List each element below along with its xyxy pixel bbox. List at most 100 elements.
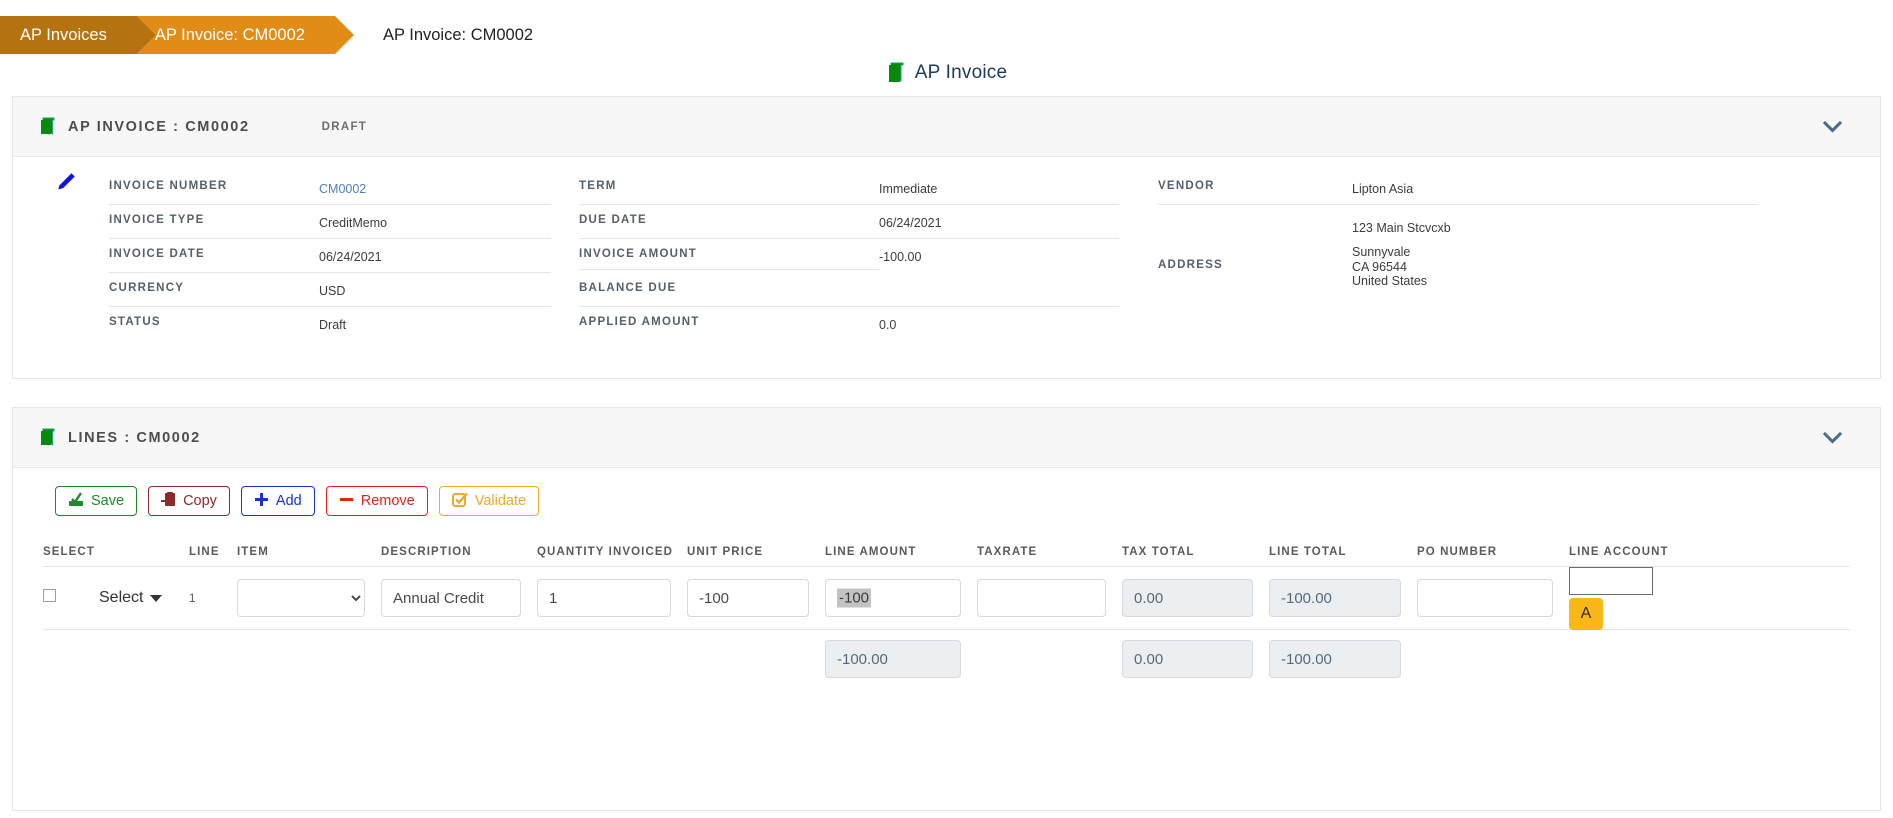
unit-price-input[interactable] xyxy=(687,579,809,617)
field-invoice-date: INVOICE DATE 06/24/2021 xyxy=(109,239,551,273)
field-term: TERM Immediate xyxy=(579,171,1119,205)
ap-invoice-card-header[interactable]: AP INVOICE : CM0002 DRAFT xyxy=(13,97,1880,157)
field-value: 0.0 xyxy=(879,318,897,332)
col-header-line-amount: LINE AMOUNT xyxy=(825,546,917,558)
taxrate-input[interactable] xyxy=(977,579,1106,617)
line-account-input[interactable] xyxy=(1569,566,1653,595)
row-line-number: 1 xyxy=(189,589,237,607)
row-item-cell xyxy=(237,579,381,617)
chevron-down-icon[interactable] xyxy=(1822,120,1843,133)
row-checkbox[interactable] xyxy=(43,589,56,602)
row-line-amount-cell: -100 xyxy=(825,579,977,617)
save-button[interactable]: Save xyxy=(55,486,138,516)
breadcrumb-label: AP Invoices xyxy=(20,25,107,44)
address-country: United States xyxy=(1352,273,1428,288)
field-label: ADDRESS xyxy=(1158,259,1223,271)
col-header-taxrate: TAXRATE xyxy=(977,546,1038,558)
lines-card-header[interactable]: LINES : CM0002 xyxy=(13,408,1880,468)
row-po-number-cell xyxy=(1417,579,1569,617)
remove-button[interactable]: Remove xyxy=(325,486,428,516)
add-button-label: Add xyxy=(275,493,302,509)
field-label: APPLIED AMOUNT xyxy=(579,316,700,328)
col-header-select: SELECT xyxy=(43,546,95,558)
field-due-date: DUE DATE 06/24/2021 xyxy=(579,205,1119,239)
field-value: Immediate xyxy=(879,182,938,196)
select-dropdown-label: Select xyxy=(99,589,144,606)
book-icon xyxy=(886,62,906,84)
field-label: INVOICE DATE xyxy=(109,248,205,260)
field-label: CURRENCY xyxy=(109,282,185,294)
description-input[interactable] xyxy=(381,579,521,617)
row-tax-total-cell xyxy=(1122,579,1269,617)
invoice-detail-column-3: VENDOR Lipton Asia ADDRESS 123 Main Stcv… xyxy=(1158,171,1758,341)
field-applied-amount: APPLIED AMOUNT 0.0 xyxy=(579,307,1119,341)
field-invoice-amount: INVOICE AMOUNT -100.00 xyxy=(579,239,1119,273)
row-select-dropdown[interactable]: Select xyxy=(99,589,189,607)
field-label: INVOICE NUMBER xyxy=(109,180,228,192)
ap-invoice-card-body: INVOICE NUMBER CM0002 INVOICE TYPE Credi… xyxy=(13,157,1880,371)
col-header-description: DESCRIPTION xyxy=(381,546,472,558)
chevron-down-icon xyxy=(150,594,163,602)
save-button-label: Save xyxy=(91,493,125,509)
col-header-po-number: PO NUMBER xyxy=(1417,546,1498,558)
row-unit-price-cell xyxy=(687,579,825,617)
field-label: VENDOR xyxy=(1158,180,1215,192)
page-title: AP Invoice xyxy=(0,62,1893,84)
validate-button[interactable]: Validate xyxy=(438,486,540,516)
col-header-item: ITEM xyxy=(237,546,269,558)
validate-button-label: Validate xyxy=(474,493,527,509)
chevron-down-icon[interactable] xyxy=(1822,431,1843,444)
breadcrumb-item-ap-invoices[interactable]: AP Invoices xyxy=(0,16,156,54)
col-header-line-total: LINE TOTAL xyxy=(1269,546,1347,558)
line-total-input xyxy=(1269,579,1401,617)
col-header-tax-total: TAX TOTAL xyxy=(1122,546,1195,558)
ap-invoice-card-title: AP INVOICE : CM0002 xyxy=(68,118,250,135)
address-spacer xyxy=(1352,235,1451,245)
copy-icon xyxy=(161,491,176,511)
field-value: -100.00 xyxy=(879,250,922,264)
address-city: Sunnyvale xyxy=(1352,245,1411,260)
breadcrumb-current: AP Invoice: CM0002 xyxy=(382,25,534,44)
add-button[interactable]: Add xyxy=(240,486,315,516)
row-select-cell xyxy=(43,589,99,607)
field-address: ADDRESS 123 Main Stcvcxb Sunnyvale CA 96… xyxy=(1158,205,1758,288)
validate-icon xyxy=(451,492,468,511)
field-label: INVOICE TYPE xyxy=(109,214,205,226)
invoice-detail-column-1: INVOICE NUMBER CM0002 INVOICE TYPE Credi… xyxy=(109,171,551,341)
field-label: INVOICE AMOUNT xyxy=(579,248,698,260)
line-amount-selected-text: -100 xyxy=(837,588,872,608)
totals-line-amount-input xyxy=(825,640,961,678)
totals-line-total-input xyxy=(1269,640,1401,678)
field-value: 06/24/2021 xyxy=(319,250,382,264)
minus-icon xyxy=(339,492,354,510)
copy-button[interactable]: Copy xyxy=(148,486,230,516)
field-value: Lipton Asia xyxy=(1352,182,1414,196)
field-value: Draft xyxy=(319,318,347,332)
address-region: CA 96544 xyxy=(1352,259,1407,274)
totals-line-total-cell xyxy=(1269,640,1417,678)
item-select[interactable] xyxy=(237,579,365,617)
invoice-number-link[interactable]: CM0002 xyxy=(319,182,366,196)
field-label: BALANCE DUE xyxy=(579,282,677,294)
col-header-quantity-invoiced: QUANTITY INVOICED xyxy=(537,546,674,558)
pencil-icon[interactable] xyxy=(55,171,77,193)
line-account-autocomplete-button[interactable]: A xyxy=(1569,597,1603,630)
remove-button-label: Remove xyxy=(360,493,415,509)
quantity-invoiced-input[interactable] xyxy=(537,579,671,617)
save-icon xyxy=(68,492,84,510)
breadcrumb-label: AP Invoice: CM0002 xyxy=(154,25,305,44)
line-account-autocomplete-label: A xyxy=(1580,604,1592,622)
field-label: STATUS xyxy=(109,316,161,328)
breadcrumb-item-ap-invoice-cm0002[interactable]: AP Invoice: CM0002 xyxy=(136,16,355,54)
plus-icon xyxy=(254,492,269,510)
col-header-line: LINE xyxy=(189,546,220,558)
col-header-unit-price: UNIT PRICE xyxy=(687,546,764,558)
address-street: 123 Main Stcvcxb xyxy=(1352,221,1451,235)
bookmark-icon xyxy=(39,428,56,447)
line-number-value: 1 xyxy=(189,593,196,605)
page-title-text: AP Invoice xyxy=(914,62,1008,83)
totals-tax-total-cell xyxy=(1122,640,1269,678)
invoice-detail-column-2: TERM Immediate DUE DATE 06/24/2021 INVOI… xyxy=(579,171,1119,341)
field-value[interactable]: CM0002 xyxy=(319,178,366,196)
po-number-input[interactable] xyxy=(1417,579,1553,617)
